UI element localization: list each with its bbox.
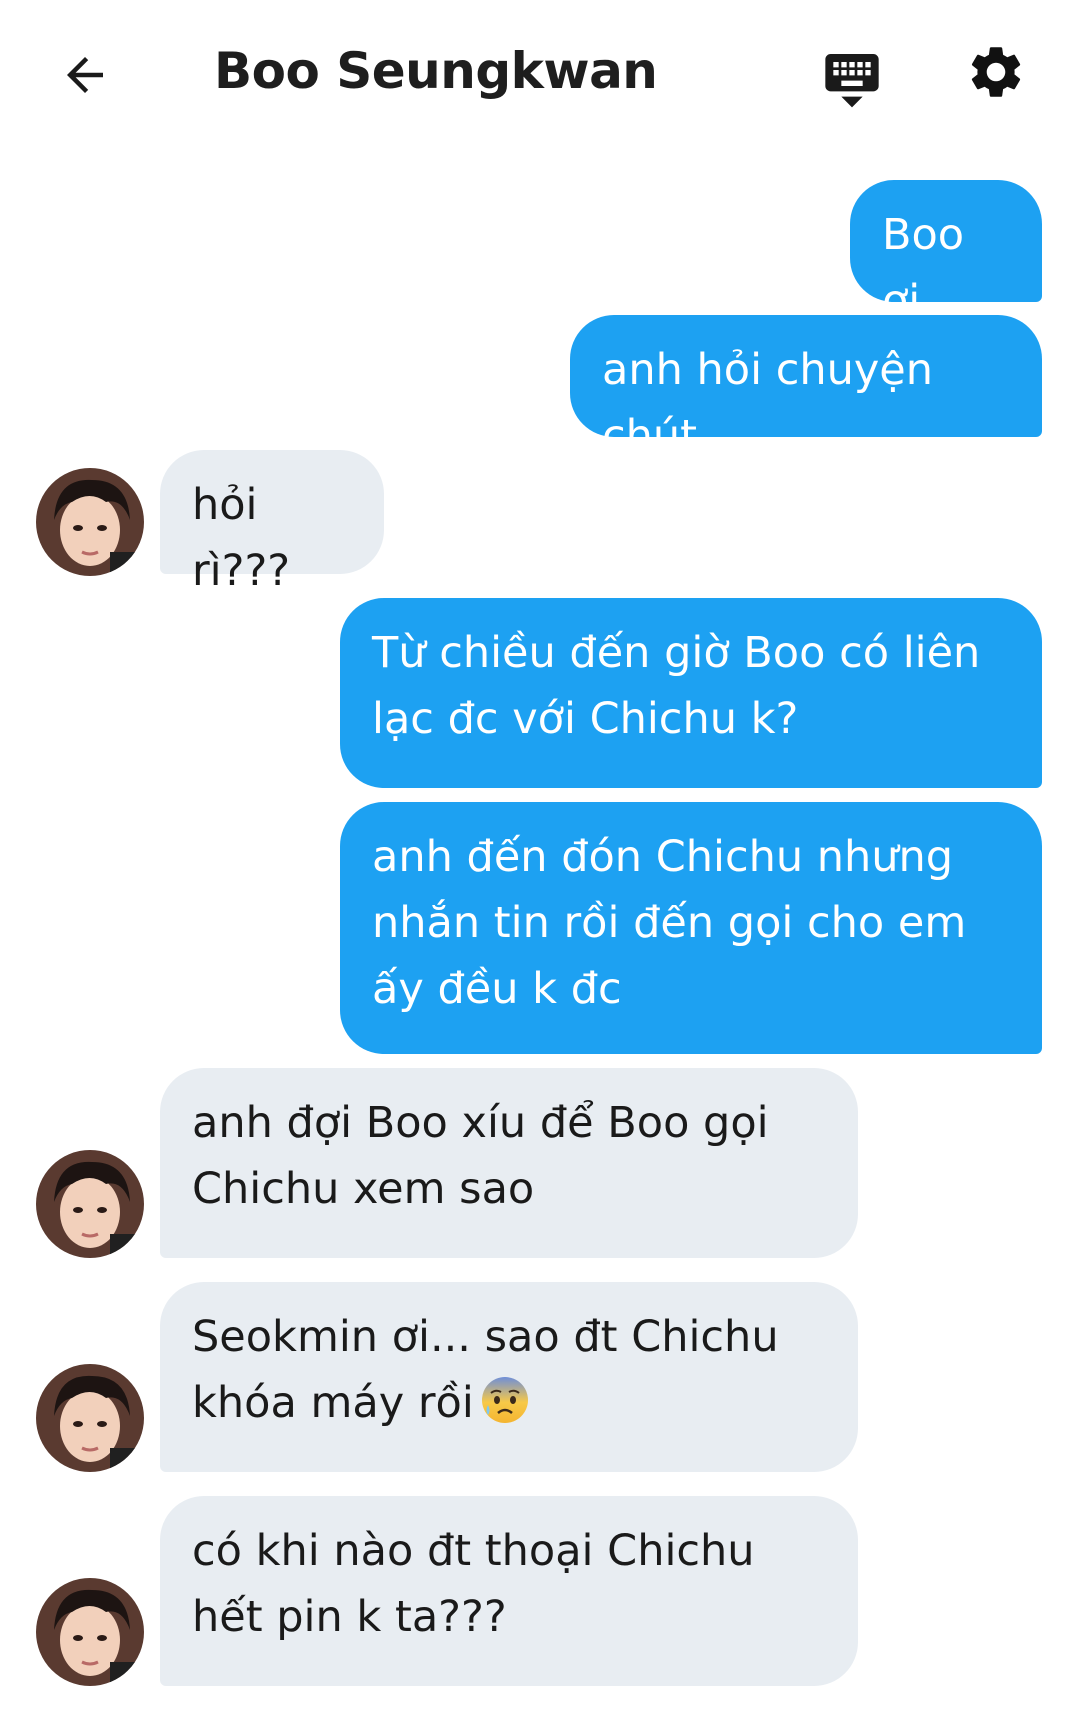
avatar-photo — [36, 1364, 144, 1472]
sent-message[interactable]: Từ chiều đến giờ Boo có liên lạc đc với … — [340, 598, 1042, 788]
keyboard-icon — [825, 54, 879, 108]
avatar-photo — [36, 468, 144, 576]
message-text: anh đến đón Chichu nhưng nhắn tin rồi đế… — [372, 832, 967, 1014]
sent-message[interactable]: Boo ơi — [850, 180, 1042, 326]
avatar-photo — [36, 1578, 144, 1686]
received-message[interactable]: Seokmin ơi... sao đt Chichu khóa máy rồi — [160, 1282, 858, 1472]
message-text: hỏi rì??? — [192, 480, 291, 596]
received-message[interactable]: anh đợi Boo xíu để Boo gọi Chichu xem sa… — [160, 1068, 858, 1258]
anxious-face-with-sweat-icon — [481, 1377, 528, 1423]
contact-avatar[interactable] — [36, 1578, 144, 1686]
received-message[interactable]: hỏi rì??? — [160, 450, 384, 596]
message-text: Từ chiều đến giờ Boo có liên lạc đc với … — [372, 628, 981, 744]
message-text: anh hỏi chuyện chút — [602, 345, 934, 461]
chat-header: Boo Seungkwan — [0, 0, 1080, 150]
arrow-left-icon — [67, 57, 103, 93]
contact-name: Boo Seungkwan — [214, 42, 658, 100]
back-button[interactable] — [50, 40, 120, 110]
contact-avatar[interactable] — [36, 1150, 144, 1258]
settings-button[interactable] — [958, 34, 1034, 110]
avatar-photo — [36, 1150, 144, 1258]
gear-icon — [971, 47, 1021, 97]
message-text: Boo ơi — [882, 210, 965, 326]
message-text: anh đợi Boo xíu để Boo gọi Chichu xem sa… — [192, 1098, 769, 1214]
contact-avatar[interactable] — [36, 468, 144, 576]
sent-message[interactable]: anh hỏi chuyện chút — [570, 315, 1042, 461]
message-text: có khi nào đt thoại Chichu hết pin k ta?… — [192, 1526, 755, 1642]
keyboard-button[interactable] — [812, 38, 892, 118]
received-message[interactable]: có khi nào đt thoại Chichu hết pin k ta?… — [160, 1496, 858, 1686]
sent-message[interactable]: anh đến đón Chichu nhưng nhắn tin rồi đế… — [340, 802, 1042, 1054]
contact-avatar[interactable] — [36, 1364, 144, 1472]
